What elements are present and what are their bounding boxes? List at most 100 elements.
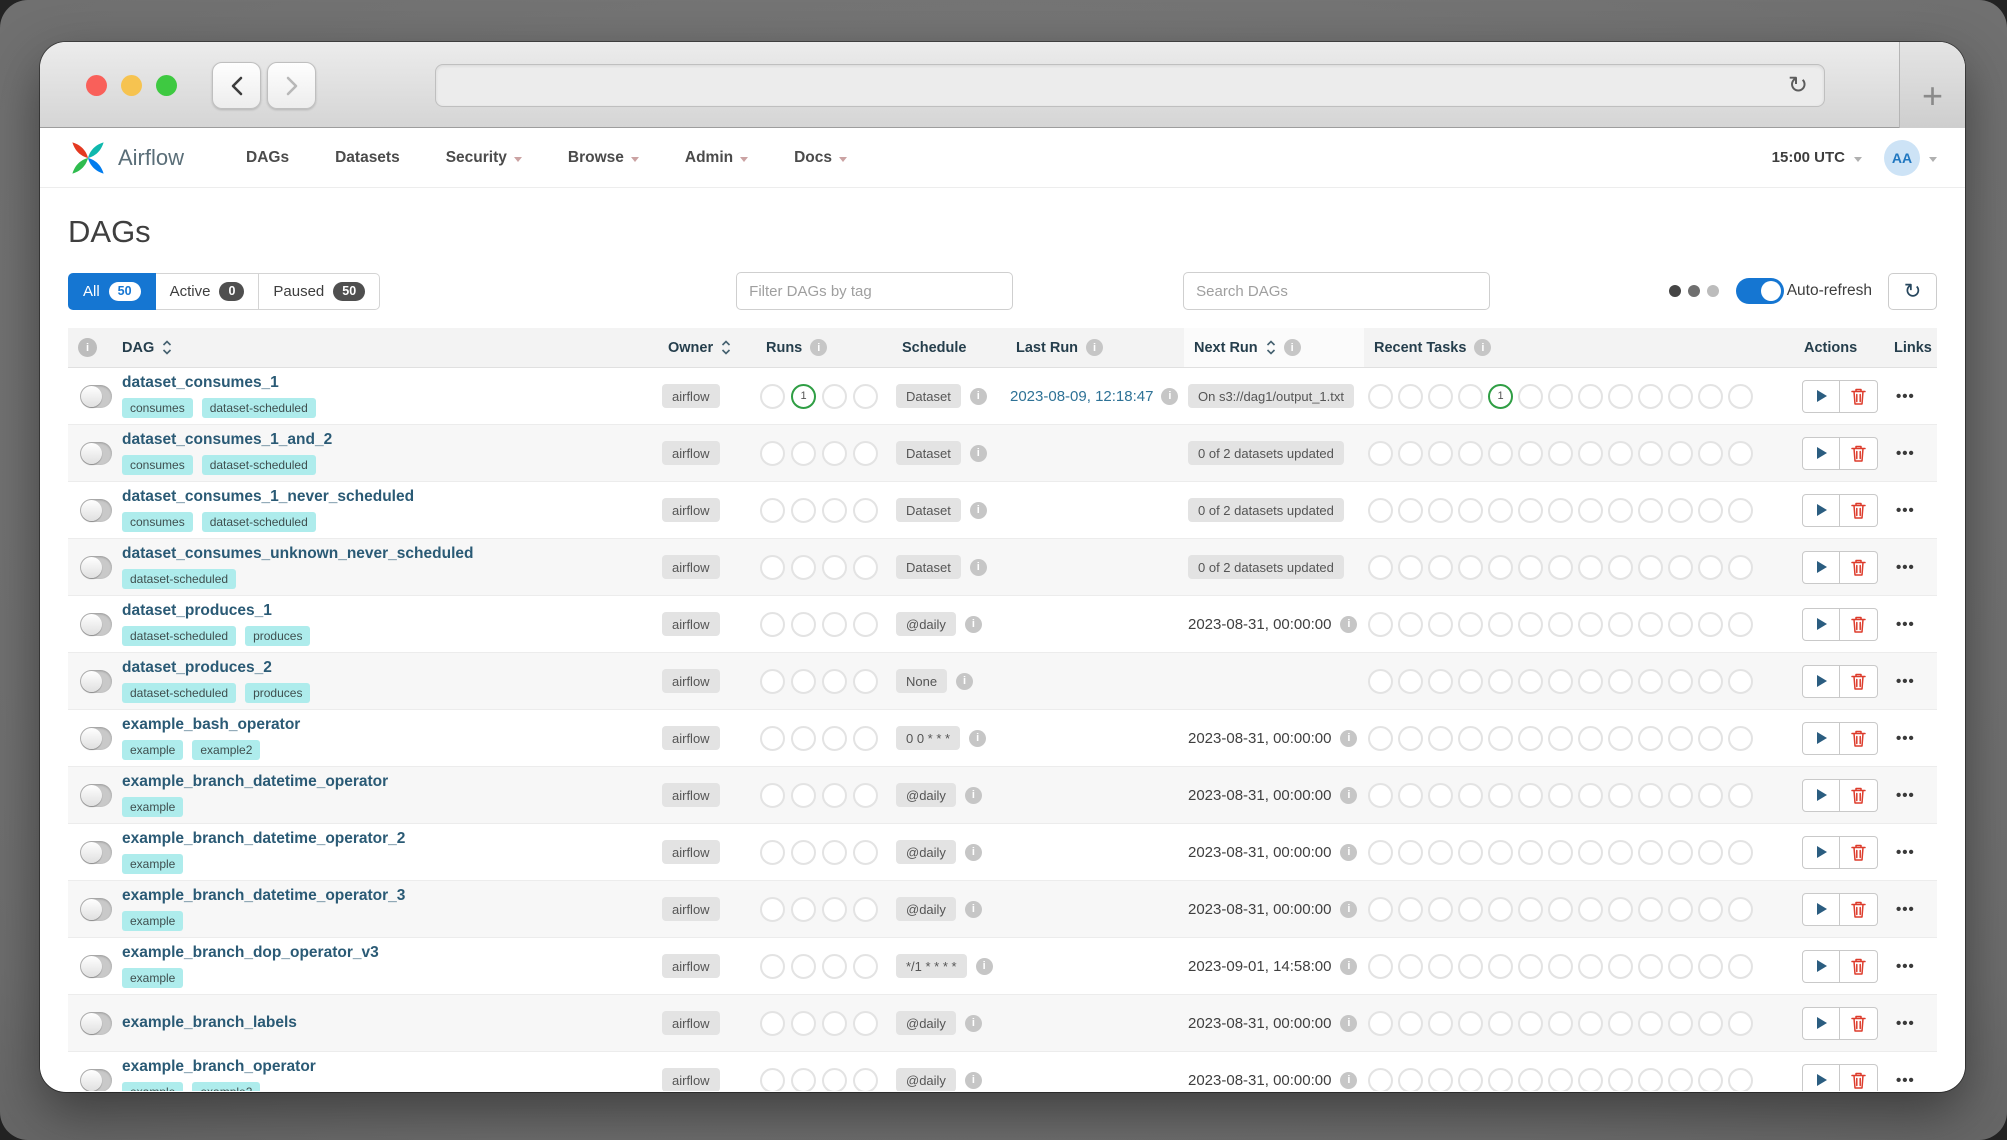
run-status-circle[interactable] bbox=[760, 897, 785, 922]
run-status-circle[interactable] bbox=[853, 783, 878, 808]
task-status-circle[interactable] bbox=[1548, 555, 1573, 580]
run-status-circle[interactable] bbox=[760, 441, 785, 466]
task-status-circle[interactable] bbox=[1728, 498, 1753, 523]
delete-dag-button[interactable] bbox=[1840, 950, 1878, 983]
task-status-circle[interactable] bbox=[1548, 840, 1573, 865]
task-status-circle[interactable] bbox=[1428, 384, 1453, 409]
run-status-circle[interactable] bbox=[760, 954, 785, 979]
info-icon[interactable]: i bbox=[976, 958, 993, 975]
task-status-circle[interactable] bbox=[1488, 783, 1513, 808]
trigger-dag-button[interactable] bbox=[1802, 551, 1840, 584]
task-status-circle[interactable] bbox=[1428, 783, 1453, 808]
task-status-circle[interactable] bbox=[1368, 840, 1393, 865]
dag-tag[interactable]: dataset-scheduled bbox=[202, 398, 316, 418]
task-status-circle[interactable] bbox=[1608, 783, 1633, 808]
tab-all[interactable]: All50 bbox=[68, 273, 156, 310]
task-status-circle[interactable] bbox=[1428, 498, 1453, 523]
browser-back-button[interactable] bbox=[212, 62, 261, 109]
column-header-owner[interactable]: Owner bbox=[658, 328, 756, 367]
run-status-circle[interactable] bbox=[853, 1011, 878, 1036]
info-icon[interactable]: i bbox=[965, 844, 982, 861]
info-icon[interactable]: i bbox=[1340, 844, 1357, 861]
info-icon[interactable]: i bbox=[1340, 787, 1357, 804]
dag-pause-toggle[interactable] bbox=[80, 670, 112, 693]
dag-tag[interactable]: dataset-scheduled bbox=[122, 569, 236, 589]
delete-dag-button[interactable] bbox=[1840, 836, 1878, 869]
schedule-badge[interactable]: None bbox=[896, 669, 947, 693]
dag-tag[interactable]: example bbox=[122, 968, 183, 988]
run-status-circle[interactable] bbox=[760, 498, 785, 523]
task-status-circle[interactable] bbox=[1608, 954, 1633, 979]
task-status-circle[interactable] bbox=[1458, 669, 1483, 694]
task-status-circle[interactable] bbox=[1608, 612, 1633, 637]
task-status-circle[interactable] bbox=[1548, 669, 1573, 694]
run-status-circle[interactable] bbox=[760, 1011, 785, 1036]
task-status-circle[interactable] bbox=[1398, 897, 1423, 922]
task-status-circle[interactable] bbox=[1548, 498, 1573, 523]
auto-refresh-toggle[interactable] bbox=[1736, 278, 1784, 304]
task-status-circle[interactable] bbox=[1398, 783, 1423, 808]
run-status-circle[interactable] bbox=[791, 1068, 816, 1092]
task-status-circle[interactable] bbox=[1638, 1011, 1663, 1036]
task-status-circle[interactable] bbox=[1488, 498, 1513, 523]
dag-links-button[interactable]: ••• bbox=[1896, 502, 1915, 519]
task-status-circle[interactable] bbox=[1608, 555, 1633, 580]
trigger-dag-button[interactable] bbox=[1802, 380, 1840, 413]
task-status-circle[interactable] bbox=[1368, 1068, 1393, 1092]
task-status-circle[interactable] bbox=[1668, 840, 1693, 865]
task-status-circle[interactable] bbox=[1638, 897, 1663, 922]
task-status-circle[interactable] bbox=[1668, 669, 1693, 694]
dag-name-link[interactable]: dataset_consumes_1_never_scheduled bbox=[122, 488, 414, 506]
dag-pause-toggle[interactable] bbox=[80, 841, 112, 864]
task-status-circle[interactable] bbox=[1398, 840, 1423, 865]
run-status-circle[interactable] bbox=[822, 555, 847, 580]
task-status-circle[interactable] bbox=[1698, 669, 1723, 694]
info-icon[interactable]: i bbox=[965, 616, 982, 633]
run-status-circle[interactable] bbox=[822, 726, 847, 751]
schedule-badge[interactable]: 0 0 * * * bbox=[896, 726, 960, 750]
info-icon[interactable]: i bbox=[810, 339, 827, 356]
dag-name-link[interactable]: example_branch_operator bbox=[122, 1058, 316, 1076]
last-run-link[interactable]: 2023-08-09, 12:18:47 bbox=[1010, 388, 1153, 405]
dag-pause-toggle[interactable] bbox=[80, 613, 112, 636]
task-status-circle[interactable] bbox=[1608, 384, 1633, 409]
run-status-circle[interactable] bbox=[853, 498, 878, 523]
delete-dag-button[interactable] bbox=[1840, 893, 1878, 926]
task-status-circle[interactable] bbox=[1638, 840, 1663, 865]
task-status-circle[interactable] bbox=[1548, 783, 1573, 808]
task-status-circle[interactable] bbox=[1578, 954, 1603, 979]
info-icon[interactable]: i bbox=[78, 338, 97, 357]
info-icon[interactable]: i bbox=[1161, 388, 1178, 405]
delete-dag-button[interactable] bbox=[1840, 1064, 1878, 1092]
task-status-circle[interactable] bbox=[1638, 1068, 1663, 1092]
dag-tag[interactable]: consumes bbox=[122, 455, 193, 475]
run-status-circle[interactable] bbox=[822, 783, 847, 808]
nav-item-browse[interactable]: Browse bbox=[568, 149, 639, 167]
run-status-circle[interactable]: 1 bbox=[791, 384, 816, 409]
task-status-circle[interactable] bbox=[1518, 954, 1543, 979]
info-icon[interactable]: i bbox=[965, 787, 982, 804]
task-status-circle[interactable] bbox=[1368, 954, 1393, 979]
task-status-circle[interactable] bbox=[1548, 954, 1573, 979]
task-status-circle[interactable] bbox=[1668, 954, 1693, 979]
schedule-badge[interactable]: @daily bbox=[896, 1011, 956, 1035]
run-status-circle[interactable] bbox=[822, 954, 847, 979]
task-status-circle[interactable] bbox=[1638, 555, 1663, 580]
task-status-circle[interactable] bbox=[1488, 897, 1513, 922]
task-status-circle[interactable] bbox=[1518, 783, 1543, 808]
task-status-circle[interactable] bbox=[1578, 669, 1603, 694]
task-status-circle[interactable] bbox=[1368, 612, 1393, 637]
task-status-circle[interactable] bbox=[1578, 498, 1603, 523]
dag-tag[interactable]: dataset-scheduled bbox=[202, 455, 316, 475]
info-icon[interactable]: i bbox=[1340, 1015, 1357, 1032]
dag-pause-toggle[interactable] bbox=[80, 784, 112, 807]
info-icon[interactable]: i bbox=[965, 901, 982, 918]
task-status-circle[interactable] bbox=[1458, 441, 1483, 466]
delete-dag-button[interactable] bbox=[1840, 665, 1878, 698]
browser-forward-button[interactable] bbox=[267, 62, 316, 109]
task-status-circle[interactable] bbox=[1608, 1011, 1633, 1036]
task-status-circle[interactable] bbox=[1398, 954, 1423, 979]
schedule-badge[interactable]: @daily bbox=[896, 783, 956, 807]
delete-dag-button[interactable] bbox=[1840, 380, 1878, 413]
task-status-circle[interactable] bbox=[1638, 726, 1663, 751]
